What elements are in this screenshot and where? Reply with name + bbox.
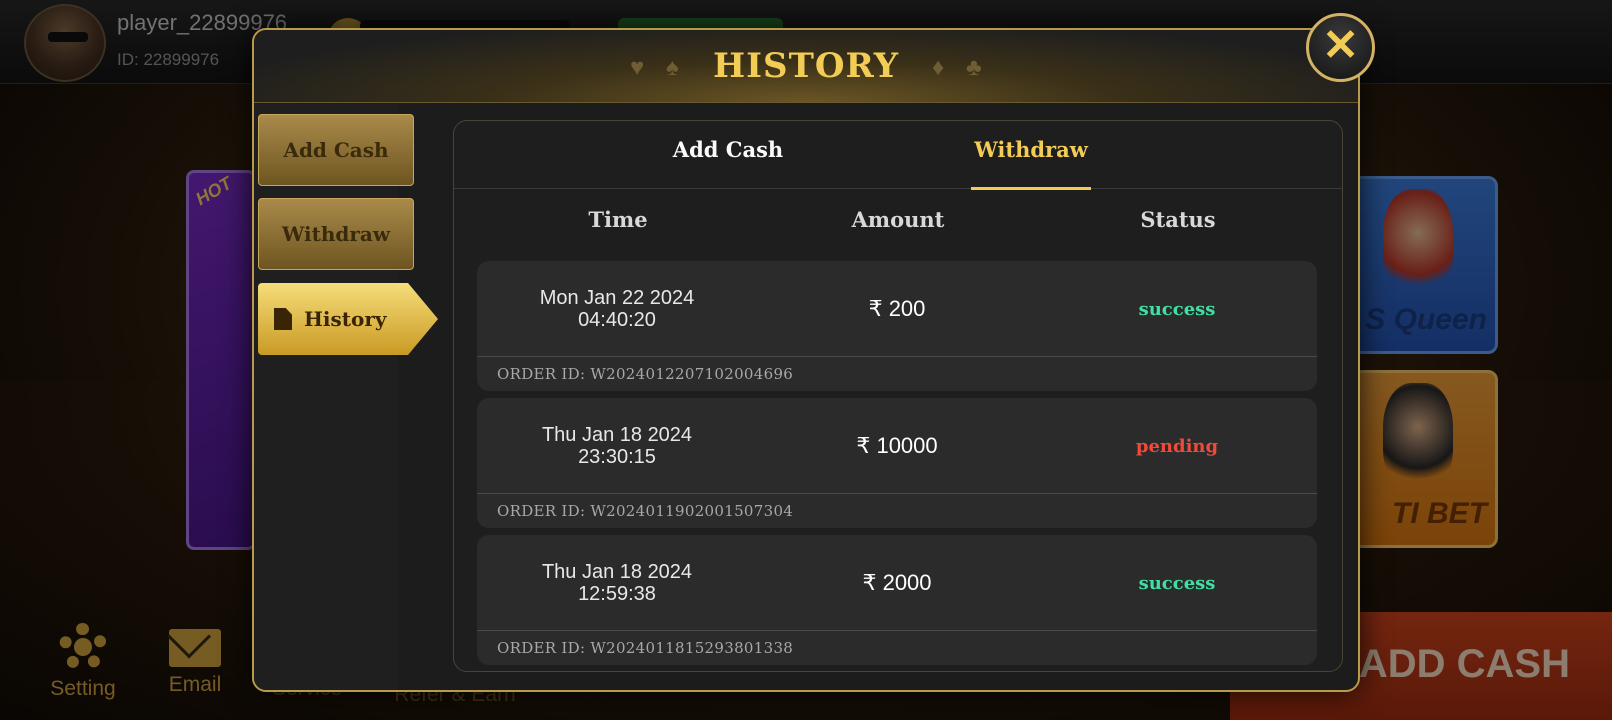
club-icon: ♣ — [966, 54, 982, 81]
record-time: 23:30:15 — [578, 446, 656, 468]
diamond-icon: ♦ — [932, 54, 945, 81]
history-panel: Add Cash Withdraw Time Amount Status Mon… — [453, 120, 1343, 672]
sidebar-item-label: Add Cash — [283, 138, 389, 162]
sidebar-item-add-cash[interactable]: Add Cash — [258, 114, 414, 186]
record-date: Mon Jan 22 2024 — [539, 287, 695, 309]
record-date: Thu Jan 18 2024 — [541, 424, 693, 446]
column-header-amount: Amount — [851, 207, 945, 232]
history-tabs: Add Cash Withdraw — [454, 121, 1342, 190]
record-date: Thu Jan 18 2024 — [541, 561, 693, 583]
list-item[interactable]: Mon Jan 22 2024 04:40:20 ₹ 200 success O… — [477, 261, 1317, 391]
amount-cell: ₹ 10000 — [856, 433, 938, 458]
row-main: Thu Jan 18 2024 23:30:15 ₹ 10000 pending — [477, 398, 1317, 494]
status-badge: pending — [1135, 435, 1219, 457]
close-icon: ✕ — [1322, 20, 1359, 70]
tab-label: Withdraw — [974, 137, 1088, 162]
list-item[interactable]: Thu Jan 18 2024 12:59:38 ₹ 2000 success … — [477, 535, 1317, 665]
tab-withdraw[interactable]: Withdraw — [971, 137, 1091, 190]
document-icon — [274, 308, 292, 330]
column-header-status: Status — [1140, 207, 1216, 232]
column-header-time: Time — [588, 207, 648, 232]
amount-cell: ₹ 2000 — [862, 570, 932, 595]
order-id: ORDER ID: W2024011902001507304 — [497, 502, 794, 520]
time-cell: Thu Jan 18 2024 12:59:38 — [507, 535, 727, 631]
list-item[interactable]: Thu Jan 18 2024 23:30:15 ₹ 10000 pending… — [477, 398, 1317, 528]
status-badge: success — [1138, 298, 1216, 320]
modal-sidebar — [254, 104, 398, 690]
tab-add-cash[interactable]: Add Cash — [668, 137, 788, 189]
close-button[interactable]: ✕ — [1306, 13, 1375, 82]
history-modal: ♥ ♠ HISTORY ♦ ♣ Add Cash Withdraw Histor… — [252, 28, 1360, 692]
order-id: ORDER ID: W2024011815293801338 — [497, 639, 794, 657]
row-main: Mon Jan 22 2024 04:40:20 ₹ 200 success — [477, 261, 1317, 357]
status-badge: success — [1138, 572, 1216, 594]
sidebar-item-label: History — [304, 307, 387, 331]
time-cell: Mon Jan 22 2024 04:40:20 — [507, 261, 727, 357]
sidebar-item-label: Withdraw — [281, 222, 391, 246]
sidebar-item-history[interactable]: History — [258, 283, 438, 355]
time-cell: Thu Jan 18 2024 23:30:15 — [507, 398, 727, 494]
row-main: Thu Jan 18 2024 12:59:38 ₹ 2000 success — [477, 535, 1317, 631]
modal-header: ♥ ♠ HISTORY ♦ ♣ — [254, 30, 1358, 103]
sidebar-item-withdraw[interactable]: Withdraw — [258, 198, 414, 270]
record-time: 12:59:38 — [578, 583, 656, 605]
record-time: 04:40:20 — [578, 309, 656, 331]
order-id: ORDER ID: W2024012207102004696 — [497, 365, 794, 383]
modal-title: HISTORY — [713, 46, 899, 86]
amount-cell: ₹ 200 — [868, 296, 926, 321]
tab-label: Add Cash — [672, 137, 784, 162]
